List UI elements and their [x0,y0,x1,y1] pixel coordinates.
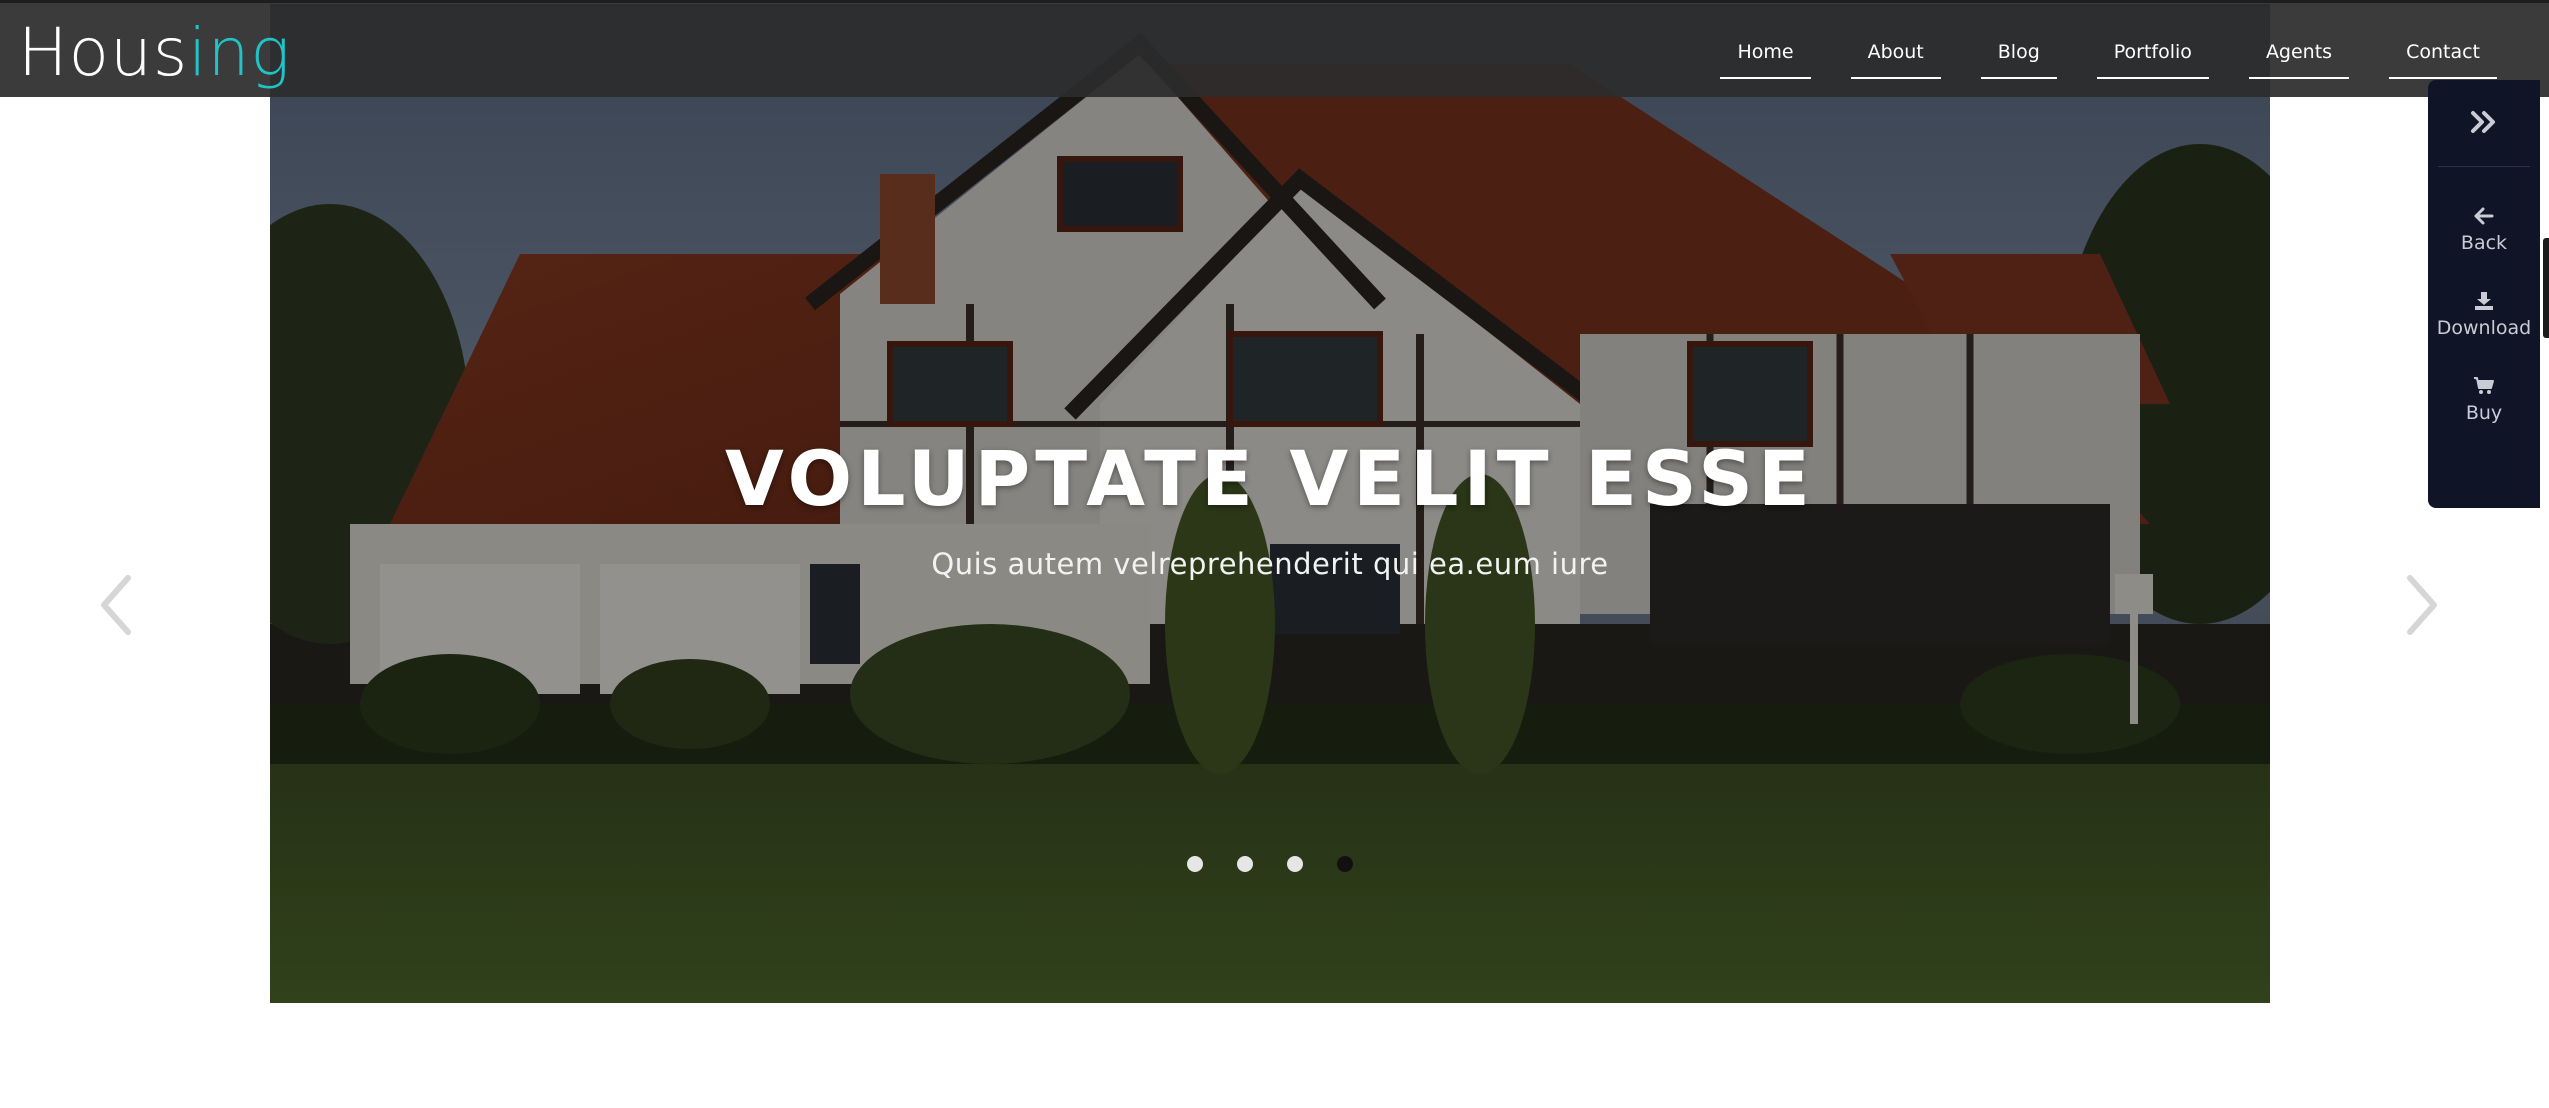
cart-icon [2474,377,2494,394]
side-panel-divider [2438,166,2530,167]
site-header: Housing Home About Blog Portfolio Agents… [0,0,2549,97]
side-back-button[interactable]: Back [2428,206,2540,254]
page: VOLUPTATE VELIT ESSE Quis autem velrepre… [0,0,2549,1108]
site-logo[interactable]: Housing [18,13,291,93]
side-panel: Back Download Buy [2428,80,2540,508]
download-icon [2475,292,2493,310]
logo-text-main: Hous [18,14,189,91]
nav-item-contact[interactable]: Contact [2389,39,2497,79]
slide-indicator-3[interactable] [1287,856,1303,872]
side-panel-toggle-button[interactable] [2428,100,2540,144]
hero-title: VOLUPTATE VELIT ESSE [725,434,1815,523]
nav-item-blog[interactable]: Blog [1980,39,2057,79]
slide-indicator-4[interactable] [1337,856,1353,872]
slide-indicators [270,856,2270,872]
side-download-button[interactable]: Download [2428,291,2540,339]
hero-slider: VOLUPTATE VELIT ESSE Quis autem velrepre… [270,4,2270,1003]
double-chevron-right-icon [2471,111,2495,133]
chevron-right-icon [2407,575,2437,635]
logo-text-accent: ing [188,14,292,91]
side-scroll-tab[interactable] [2543,238,2549,338]
side-buy-button[interactable]: Buy [2428,376,2540,424]
nav-item-about[interactable]: About [1850,39,1941,79]
chevron-left-icon [101,575,131,635]
nav-item-portfolio[interactable]: Portfolio [2096,39,2209,79]
side-back-label: Back [2460,232,2508,254]
side-download-label: Download [2436,317,2532,339]
slide-indicator-2[interactable] [1237,856,1253,872]
slider-next-button[interactable] [2390,570,2450,640]
side-buy-label: Buy [2465,402,2503,424]
main-nav: Home About Blog Portfolio Agents Contact [1680,3,2549,100]
hero-subtitle: Quis autem velreprehenderit qui ea.eum i… [931,547,1609,581]
arrow-left-icon [2474,207,2494,225]
slide-indicator-1[interactable] [1187,856,1203,872]
slider-prev-button[interactable] [90,570,150,640]
nav-item-home[interactable]: Home [1720,39,1811,79]
nav-item-agents[interactable]: Agents [2248,39,2350,79]
